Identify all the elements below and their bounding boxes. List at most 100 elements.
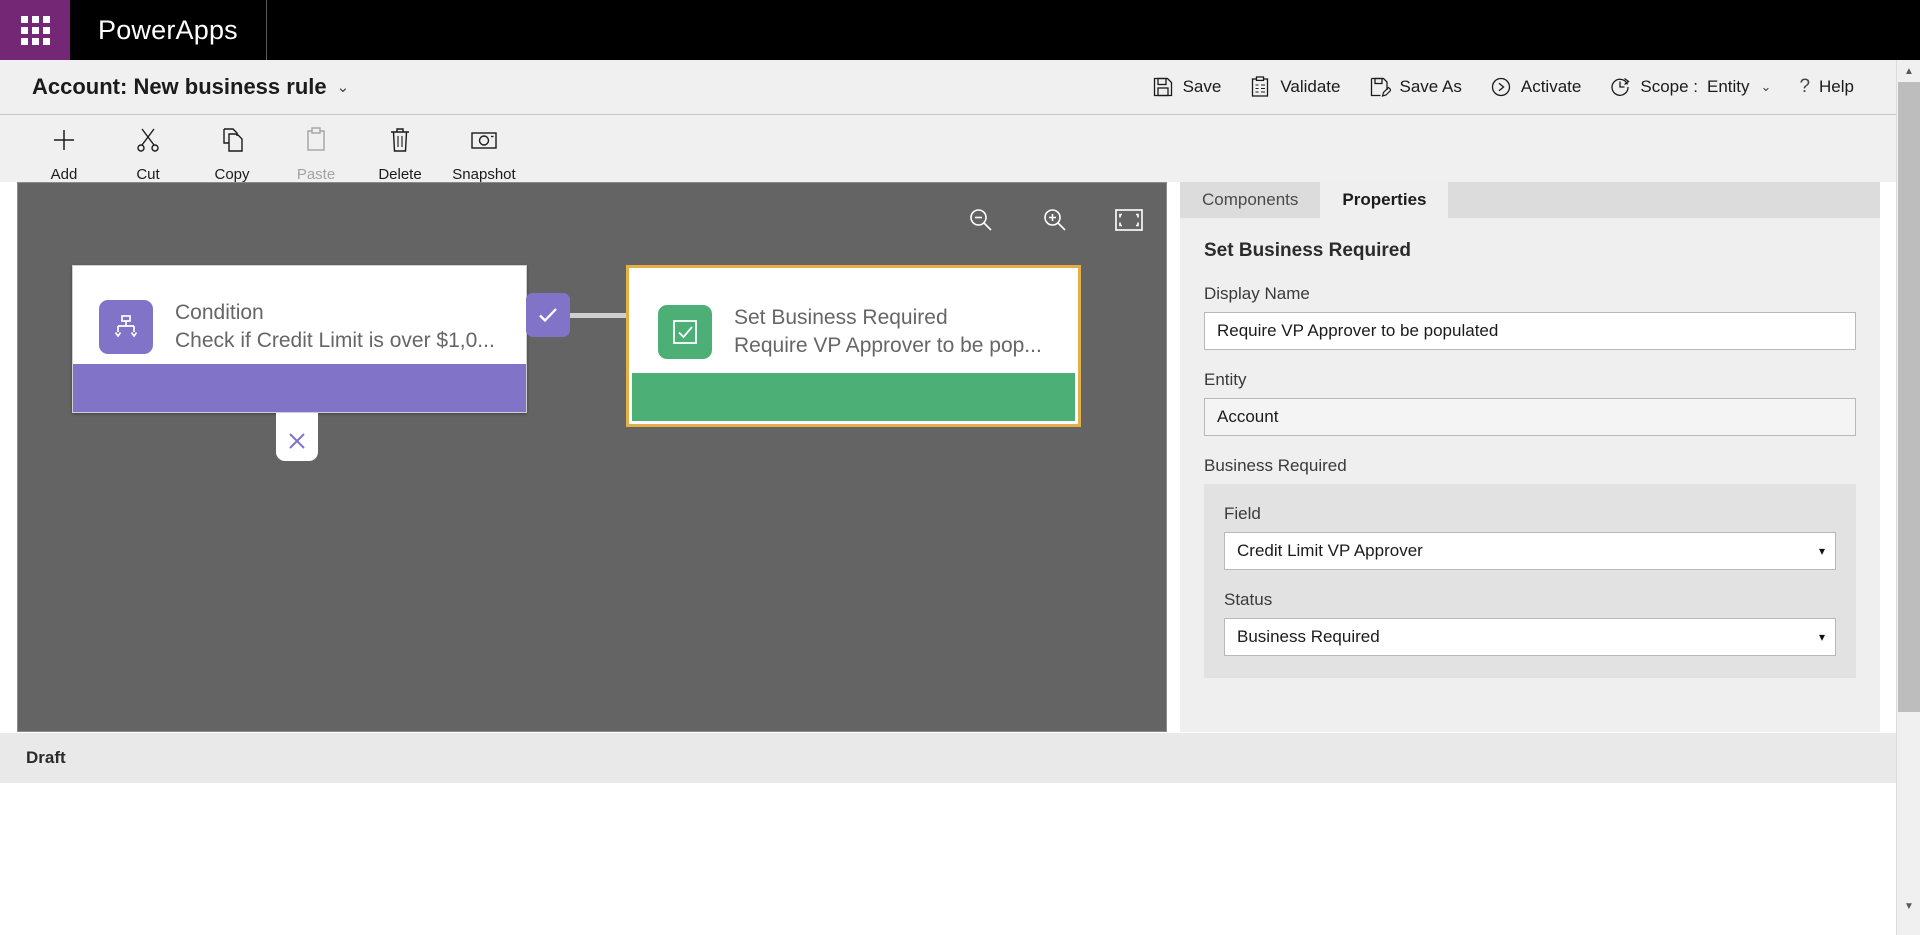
scope-clock-icon xyxy=(1609,76,1631,98)
scroll-up-arrow-icon[interactable]: ▲ xyxy=(1897,60,1920,82)
chevron-down-icon[interactable]: ▾ xyxy=(1819,630,1825,644)
business-required-group-label: Business Required xyxy=(1204,456,1347,475)
chevron-down-icon[interactable]: ⌄ xyxy=(1761,79,1772,95)
condition-branch-icon xyxy=(99,300,153,354)
scrollbar-thumb[interactable] xyxy=(1898,82,1920,712)
business-required-group: Field Credit Limit VP Approver ▾ Status … xyxy=(1204,484,1856,678)
chevron-down-icon[interactable]: ▾ xyxy=(1819,544,1825,558)
waffle-dots xyxy=(20,15,50,45)
panel-heading: Set Business Required xyxy=(1204,240,1411,261)
snapshot-button[interactable]: Snapshot xyxy=(442,121,526,183)
copy-icon xyxy=(217,125,247,160)
panel-tabs: Components Properties xyxy=(1180,182,1880,218)
tab-filler xyxy=(1448,182,1880,218)
action-node-accent-bar xyxy=(632,373,1075,421)
snapshot-label: Snapshot xyxy=(452,166,516,183)
field-dropdown[interactable]: Credit Limit VP Approver ▾ xyxy=(1224,532,1836,570)
condition-node-accent-bar xyxy=(73,364,526,412)
validate-icon xyxy=(1249,76,1271,98)
copy-button[interactable]: Copy xyxy=(190,121,274,183)
action-node-selection-frame[interactable]: Set Business Required Require VP Approve… xyxy=(626,265,1081,427)
canvas-zoom-controls xyxy=(966,205,1144,240)
field-label: Field xyxy=(1224,504,1261,523)
condition-node-header: Condition Check if Credit Limit is over … xyxy=(73,266,526,366)
add-label: Add xyxy=(50,166,78,183)
chevron-down-icon[interactable]: ⌄ xyxy=(337,78,350,96)
save-as-label: Save As xyxy=(1399,77,1462,96)
condition-node-text: Condition Check if Credit Limit is over … xyxy=(175,299,495,354)
entity-label: Entity xyxy=(1204,370,1247,389)
action-node-subtitle: Require VP Approver to be pop... xyxy=(734,334,1042,357)
delete-button[interactable]: Delete xyxy=(358,121,442,183)
cut-button[interactable]: Cut xyxy=(106,121,190,183)
properties-panel: Components Properties Set Business Requi… xyxy=(1180,182,1880,732)
save-button[interactable]: Save xyxy=(1138,68,1236,106)
field-dropdown-value: Credit Limit VP Approver xyxy=(1237,541,1423,560)
status-label: Status xyxy=(1224,590,1273,609)
zoom-out-icon[interactable] xyxy=(966,205,996,240)
activate-button[interactable]: Activate xyxy=(1476,68,1595,106)
save-icon xyxy=(1152,76,1174,98)
scope-value: Entity xyxy=(1707,77,1750,96)
condition-node[interactable]: Condition Check if Credit Limit is over … xyxy=(72,265,527,413)
tab-components-label: Components xyxy=(1202,190,1299,209)
delete-label: Delete xyxy=(378,166,422,183)
clipboard-paste-icon xyxy=(301,125,331,160)
display-name-label: Display Name xyxy=(1204,284,1310,303)
validate-label: Validate xyxy=(1280,77,1341,96)
help-label: Help xyxy=(1819,77,1854,96)
status-dropdown[interactable]: Business Required ▾ xyxy=(1224,618,1836,656)
tab-properties[interactable]: Properties xyxy=(1320,182,1449,218)
scope-selector[interactable]: Scope : Entity ⌄ xyxy=(1595,68,1785,106)
business-rule-canvas[interactable]: Condition Check if Credit Limit is over … xyxy=(17,182,1167,732)
tab-components[interactable]: Components xyxy=(1180,182,1321,218)
command-bar-actions: Save Validate Save As Activate Scope: E… xyxy=(1138,68,1896,106)
display-name-field[interactable]: Require VP Approver to be populated xyxy=(1204,312,1856,350)
entity-value: Account xyxy=(1217,407,1279,426)
question-mark-icon: ? xyxy=(1799,76,1811,97)
action-node-header: Set Business Required Require VP Approve… xyxy=(632,271,1075,371)
save-as-button[interactable]: Save As xyxy=(1355,68,1476,106)
app-name[interactable]: PowerApps xyxy=(70,0,267,60)
display-name-value: Require VP Approver to be populated xyxy=(1217,321,1499,340)
fit-to-screen-icon[interactable] xyxy=(1114,207,1144,238)
activate-label: Activate xyxy=(1520,77,1582,96)
paste-label: Paste xyxy=(296,166,336,183)
help-button[interactable]: ? Help xyxy=(1785,68,1868,106)
checkbox-checked-icon xyxy=(658,305,712,359)
scope-label: Scope : xyxy=(1640,77,1699,96)
true-branch-badge[interactable] xyxy=(526,293,570,337)
waffle-grid-icon[interactable] xyxy=(0,0,70,60)
camera-icon xyxy=(469,125,499,160)
activate-icon xyxy=(1490,76,1512,98)
plus-icon xyxy=(49,125,79,160)
set-business-required-node[interactable]: Set Business Required Require VP Approve… xyxy=(632,271,1075,421)
condition-node-title: Condition xyxy=(175,301,264,325)
page-scrollbar[interactable]: ▲ ▼ xyxy=(1896,60,1920,935)
zoom-in-icon[interactable] xyxy=(1040,205,1070,240)
page-footer-area xyxy=(0,783,1896,935)
page-title: Account: New business rule xyxy=(32,74,327,99)
scissors-icon xyxy=(133,125,163,160)
scroll-down-arrow-icon[interactable]: ▼ xyxy=(1897,895,1920,917)
tool-ribbon: Add Cut Copy Paste Delete Snapshot xyxy=(0,115,1896,183)
copy-label: Copy xyxy=(214,166,250,183)
cut-label: Cut xyxy=(136,166,160,183)
trash-icon xyxy=(385,125,415,160)
add-button[interactable]: Add xyxy=(22,121,106,183)
panel-body: Set Business Required Display Name Requi… xyxy=(1180,218,1880,678)
rule-title-dropdown[interactable]: Account: New business rule ⌄ xyxy=(32,74,349,100)
command-bar: Account: New business rule ⌄ Save Valida… xyxy=(0,60,1896,115)
tab-properties-label: Properties xyxy=(1342,190,1427,209)
entity-field: Account xyxy=(1204,398,1856,436)
false-branch-badge[interactable] xyxy=(276,413,318,461)
powerapps-business-rule-designer: PowerApps Account: New business rule ⌄ S… xyxy=(0,0,1920,935)
condition-node-subtitle: Check if Credit Limit is over $1,0... xyxy=(175,329,495,352)
suite-bar: PowerApps xyxy=(0,0,1920,60)
status-badge: Draft xyxy=(26,748,66,767)
validate-button[interactable]: Validate xyxy=(1235,68,1354,106)
save-as-icon xyxy=(1369,76,1391,98)
status-dropdown-value: Business Required xyxy=(1237,627,1380,646)
action-node-text: Set Business Required Require VP Approve… xyxy=(734,304,1042,359)
status-bar: Draft xyxy=(0,733,1896,783)
